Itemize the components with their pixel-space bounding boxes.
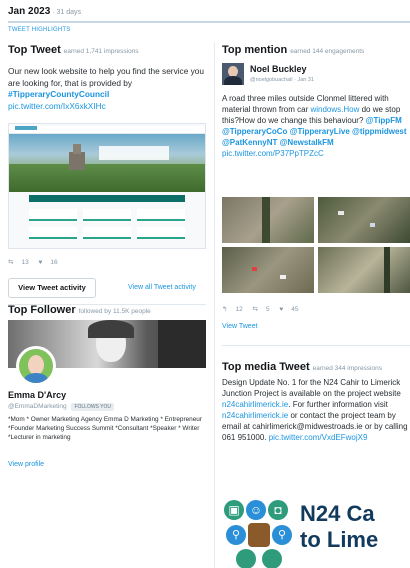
n24-title-line2: to Lime [300, 527, 379, 552]
mention-pic-link[interactable]: pic.twitter.com/P37PpTPZcC [222, 149, 324, 158]
hashtag-link[interactable]: #TipperaryCountyCouncil [8, 89, 109, 99]
site-topbar [9, 126, 205, 134]
top-mention-text: A road three miles outside Clonmel litte… [222, 93, 408, 159]
retweet-count: 13 [21, 259, 29, 266]
period-month: Jan 2023 [8, 6, 51, 17]
tweet-highlights-label: TWEET HIGHLIGHTS [8, 27, 71, 33]
top-mention-heading: Top mention earned 144 engagements [222, 44, 364, 56]
route-icon [236, 549, 256, 568]
view-tweet-activity-button[interactable]: View Tweet activity [8, 278, 96, 298]
header-divider [8, 21, 410, 23]
pedestrian-icon: ☺ [246, 500, 266, 520]
like-count: 45 [291, 306, 299, 313]
follower-handle-row: @EmmaDMarketing FOLLOWS YOU [8, 403, 115, 411]
mention-tipperarycoco[interactable]: @TipperaryCoCo [222, 127, 287, 136]
follower-avatar[interactable] [16, 346, 56, 386]
like-count: 16 [50, 259, 58, 266]
reply-count: 12 [235, 306, 243, 313]
mention-tippmidwest[interactable]: @tippmidwest [352, 127, 406, 136]
litter-photo-1[interactable] [222, 197, 314, 243]
period-days: 31 days [56, 9, 82, 16]
top-tweet-title: Top Tweet [8, 44, 61, 56]
top-tweet-heading: Top Tweet earned 1,741 impressions [8, 44, 139, 56]
follows-you-badge: FOLLOWS YOU [71, 403, 115, 411]
litter-photo-3[interactable] [222, 247, 314, 293]
mention-windows-link[interactable]: windows.How [310, 105, 359, 114]
media-body-1: Design Update No. 1 for the N24 Cahir to… [222, 378, 401, 398]
media-body-2: . For further information visit [288, 400, 388, 409]
road-icon [262, 549, 282, 568]
site-hero-image [9, 134, 205, 192]
top-mention-subtitle: earned 144 engagements [290, 48, 365, 55]
n24-title-line1: N24 Ca [300, 501, 375, 526]
follower-handle[interactable]: @EmmaDMarketing [8, 403, 67, 410]
top-tweet-pic-link[interactable]: pic.twitter.com/IxX6xkXIHc [8, 101, 106, 111]
follower-name[interactable]: Emma D'Arcy [8, 390, 66, 400]
bicycle-icon: ⚲ [226, 525, 246, 545]
mention-newstalkfm[interactable]: @NewstalkFM [280, 138, 334, 147]
view-profile-link[interactable]: View profile [8, 461, 44, 468]
top-media-heading: Top media Tweet earned 344 impressions [222, 361, 382, 373]
top-mention-title: Top mention [222, 44, 288, 56]
top-tweet-subtitle: earned 1,741 impressions [63, 48, 139, 55]
like-icon: ♥ [279, 306, 284, 313]
top-mention-stats: ↰ 12 ⇆ 5 ♥ 45 [222, 305, 306, 313]
top-media-text: Design Update No. 1 for the N24 Cahir to… [222, 377, 410, 443]
castle-icon [248, 523, 270, 547]
litter-photo-4[interactable] [318, 247, 410, 293]
mention-author-avatar[interactable] [222, 63, 244, 85]
n24-banner-image[interactable]: ▣ ☺ ◘ ⚲ ⚲ N24 Ca to Lime [222, 497, 410, 568]
top-follower-heading: Top Follower followed by 11.5K people [8, 304, 151, 316]
mention-tipperarylive[interactable]: @TipperaryLive [290, 127, 350, 136]
top-follower-title: Top Follower [8, 304, 76, 316]
top-media-subtitle: earned 344 impressions [312, 365, 382, 372]
car-icon: ◘ [268, 500, 288, 520]
view-tweet-link[interactable]: View Tweet [222, 323, 258, 330]
retweet-icon: ⇆ [252, 306, 258, 313]
top-tweet-body: Our new look website to help you find th… [8, 66, 205, 88]
bus-icon: ▣ [224, 500, 244, 520]
media-pic-link[interactable]: pic.twitter.com/VxdEFwojX9 [269, 433, 368, 442]
media-site-link-1[interactable]: n24cahirlimerick.ie [222, 400, 288, 409]
retweet-count: 5 [265, 306, 270, 313]
like-icon: ♥ [38, 259, 43, 266]
mention-author-name[interactable]: Noel Buckley [250, 64, 307, 74]
mention-tippfm[interactable]: @TippFM [366, 116, 402, 125]
mention-patkennynt[interactable]: @PatKennyNT [222, 138, 277, 147]
top-follower-subtitle: followed by 11.5K people [78, 308, 151, 315]
view-all-tweet-activity-link[interactable]: View all Tweet activity [128, 284, 196, 291]
top-media-title: Top media Tweet [222, 361, 310, 373]
cyclist-icon: ⚲ [272, 525, 292, 545]
mention-author-handle[interactable]: @noelgobuachail · Jan 31 [250, 77, 314, 83]
follower-bio: *Mom * Owner Marketing Agency Emma D Mar… [8, 416, 202, 441]
top-tweet-stats: ⇆ 13 ♥ 16 [8, 258, 66, 266]
media-site-link-2[interactable]: n24cahirlimerick.ie [222, 411, 288, 420]
reply-icon: ↰ [222, 306, 228, 313]
right-divider [222, 345, 410, 346]
litter-photo-2[interactable] [318, 197, 410, 243]
column-divider [214, 42, 215, 568]
retweet-icon: ⇆ [8, 259, 14, 266]
website-screenshot-image[interactable] [8, 123, 206, 249]
period-header: Jan 2023 · 31 days [8, 6, 81, 17]
top-tweet-text: Our new look website to help you find th… [8, 66, 206, 112]
